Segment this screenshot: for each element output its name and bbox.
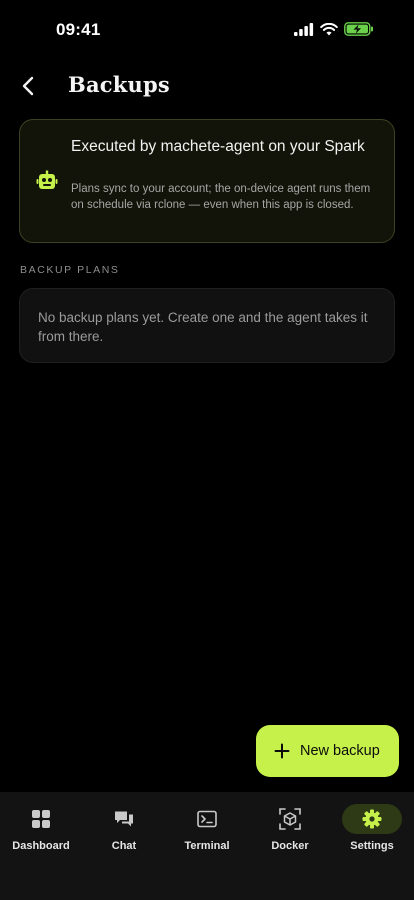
nav-item-chat[interactable]: Chat: [83, 804, 165, 860]
chat-icon: [115, 811, 133, 827]
agent-info-description: Plans sync to your account; the on-devic…: [71, 183, 371, 211]
nav-icon-wrap: [177, 804, 237, 834]
page-title: Backups: [68, 72, 170, 97]
section-label-backup-plans: BACKUP PLANS: [20, 264, 120, 276]
nav-label-dashboard: Dashboard: [12, 840, 70, 852]
wifi-icon: [320, 22, 338, 35]
nav-icon-wrap-active: [342, 804, 402, 834]
nav-icon-wrap: [94, 804, 154, 834]
chevron-left-icon: [22, 76, 34, 96]
status-time: 09:41: [56, 20, 101, 39]
nav-item-dashboard[interactable]: Dashboard: [0, 804, 82, 860]
nav-icon-wrap: [11, 804, 71, 834]
back-button[interactable]: [14, 70, 42, 102]
cellular-signal-icon: [294, 22, 314, 36]
nav-item-docker[interactable]: Docker: [249, 804, 331, 860]
nav-icon-wrap: [260, 804, 320, 834]
plus-icon: [274, 743, 290, 759]
status-icons: [294, 22, 374, 36]
nav-label-settings: Settings: [350, 840, 394, 852]
nav-item-terminal[interactable]: Terminal: [166, 804, 248, 860]
battery-charging-icon: [344, 22, 373, 36]
nav-label-chat: Chat: [111, 840, 137, 852]
empty-state-message: No backup plans yet. Create one and the …: [38, 310, 368, 344]
backup-plans-empty-state: No backup plans yet. Create one and the …: [19, 288, 395, 363]
new-backup-label: New backup: [300, 743, 380, 759]
bottom-nav: Dashboard Chat Terminal Docker Settings: [0, 792, 414, 900]
nav-item-settings[interactable]: Settings: [331, 804, 413, 860]
robot-icon: [36, 170, 58, 189]
agent-info-title: Executed by machete-agent on your Spark: [71, 138, 365, 155]
gear-icon: [362, 809, 382, 829]
terminal-icon: [197, 810, 217, 828]
nav-label-terminal: Terminal: [184, 840, 230, 852]
nav-label-docker: Docker: [271, 840, 309, 852]
dashboard-grid-icon: [32, 810, 50, 828]
new-backup-button[interactable]: New backup: [256, 725, 399, 777]
docker-cube-icon: [279, 808, 301, 830]
agent-info-card: Executed by machete-agent on your Spark …: [19, 119, 395, 243]
status-bar: 09:41: [0, 0, 414, 56]
header: Backups: [0, 64, 414, 108]
